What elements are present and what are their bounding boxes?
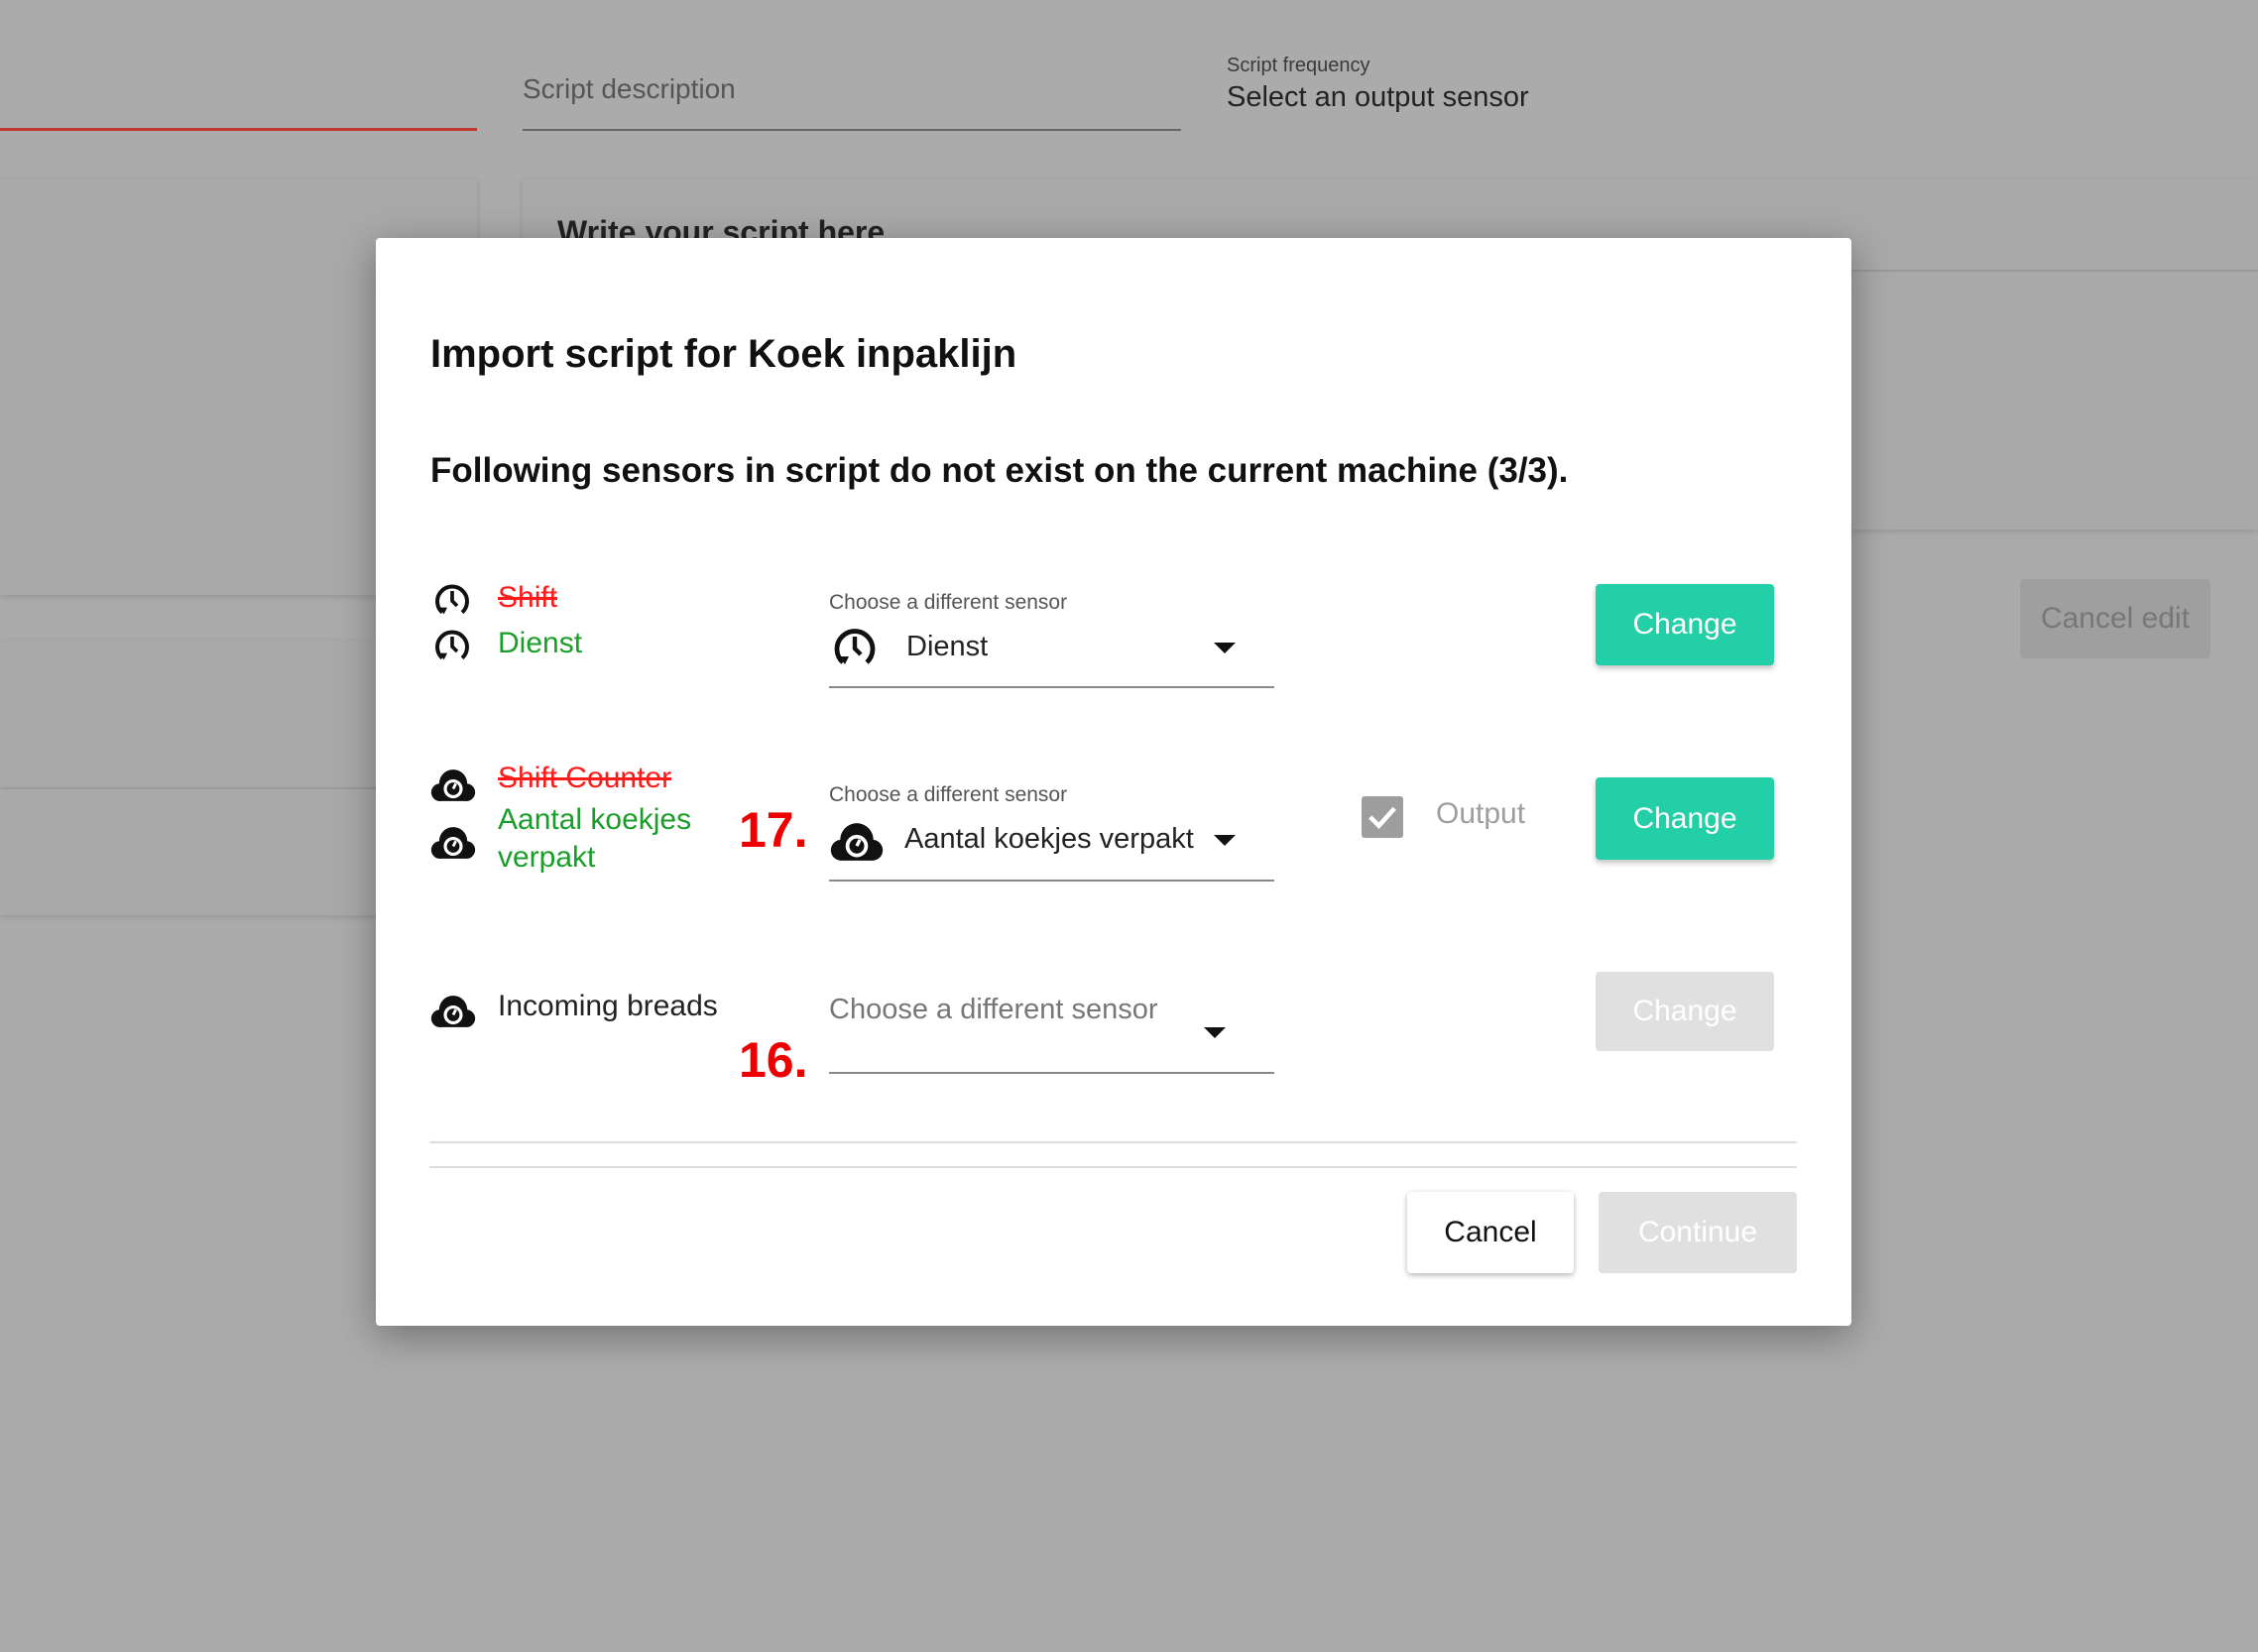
sensor-select-label: Choose a different sensor <box>829 783 1068 806</box>
chevron-down-icon <box>1214 835 1236 846</box>
cloud-gauge-icon <box>430 996 476 1027</box>
chevron-down-icon <box>1214 643 1236 653</box>
cloud-gauge-icon <box>430 827 476 859</box>
cloud-gauge-icon <box>830 823 884 861</box>
continue-button[interactable]: Continue <box>1599 1192 1797 1273</box>
output-checkbox[interactable] <box>1362 796 1403 838</box>
clock-refresh-icon <box>435 584 469 615</box>
clock-refresh-icon <box>435 630 469 660</box>
sensor-select[interactable]: Choose a different sensor <box>829 974 1274 1074</box>
change-button[interactable]: Change <box>1596 584 1774 665</box>
sensor-select[interactable]: Choose a different sensor Aantal koekjes… <box>829 779 1274 882</box>
cancel-button[interactable]: Cancel <box>1407 1192 1574 1273</box>
chevron-down-icon <box>1204 1027 1226 1038</box>
sensor-select-placeholder: Choose a different sensor <box>829 994 1158 1025</box>
change-button[interactable]: Change <box>1596 777 1774 860</box>
sensor-select-value: Aantal koekjes verpakt <box>904 823 1194 855</box>
annotation-number: 17. <box>739 802 808 858</box>
sensor-select-label: Choose a different sensor <box>829 591 1068 614</box>
cloud-gauge-icon <box>430 769 476 801</box>
clock-refresh-icon <box>834 629 876 664</box>
sensor-name: Incoming breads <box>498 990 718 1022</box>
sensor-select[interactable]: Choose a different sensor Dienst <box>829 587 1274 688</box>
script-frequency-label: Script frequency <box>1227 55 1370 76</box>
script-frequency-select[interactable]: Select an output sensor <box>1227 81 1529 114</box>
dialog-subtitle: Following sensors in script do not exist… <box>430 451 1569 490</box>
checkmark-icon <box>1368 806 1396 830</box>
replacement-sensor-name: Aantal koekjes verpakt <box>498 803 692 874</box>
sensor-select-value: Dienst <box>906 631 989 662</box>
cancel-edit-button[interactable]: Cancel edit <box>2020 579 2210 658</box>
annotation-number: 16. <box>739 1032 808 1088</box>
script-description-underline <box>523 129 1181 131</box>
script-name-underline <box>0 128 477 131</box>
change-button[interactable]: Change <box>1596 972 1774 1051</box>
script-description-input[interactable]: Script description <box>523 73 736 105</box>
divider <box>429 1166 1797 1168</box>
import-script-dialog: Import script for Koek inpaklijn Followi… <box>376 238 1851 1326</box>
removed-sensor-name: Shift <box>498 581 558 614</box>
divider <box>429 1141 1797 1143</box>
replacement-sensor-name: Dienst <box>498 627 583 659</box>
removed-sensor-name: Shift Counter <box>498 762 672 794</box>
output-label: Output <box>1436 797 1526 830</box>
dialog-title: Import script for Koek inpaklijn <box>430 332 1017 376</box>
